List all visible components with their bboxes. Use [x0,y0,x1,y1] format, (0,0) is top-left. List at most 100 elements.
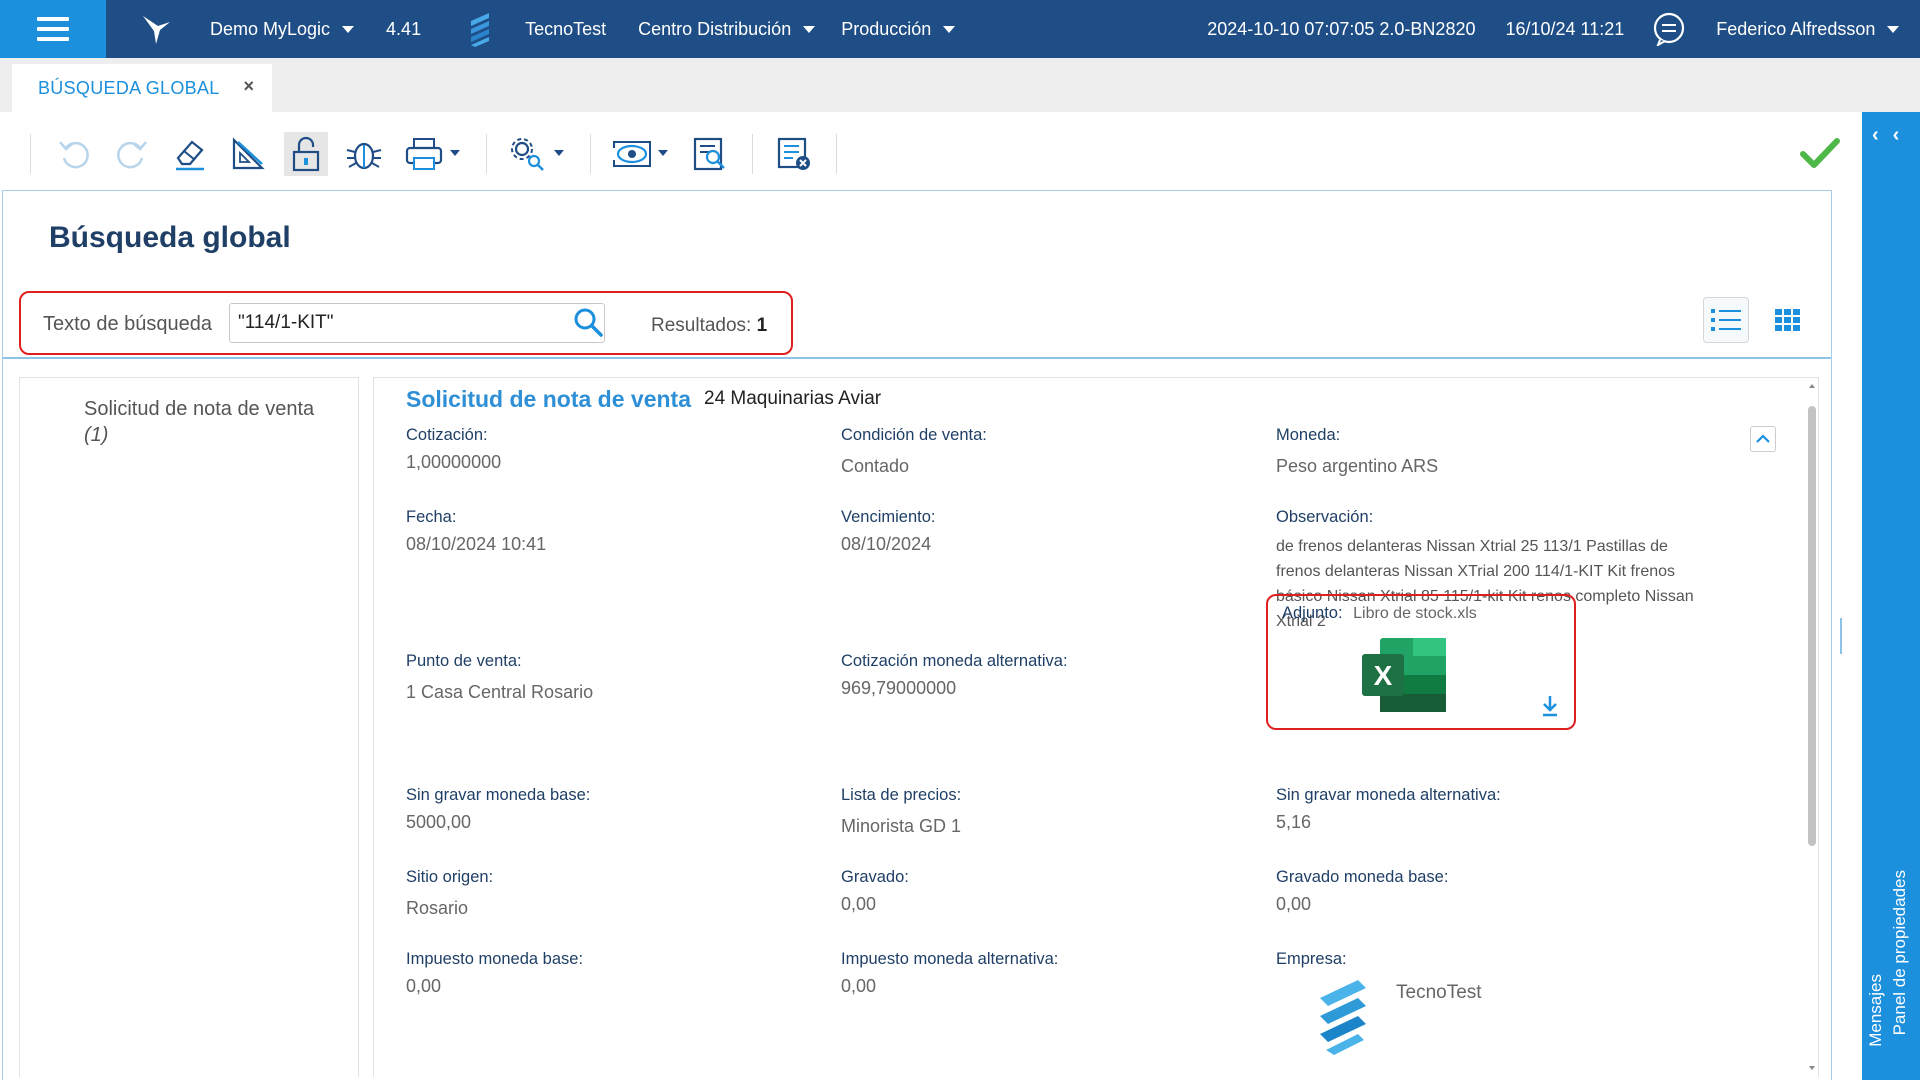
document-search-icon[interactable] [688,132,732,176]
chevron-down-icon [943,25,956,33]
download-icon[interactable] [1540,694,1560,718]
search-icon[interactable] [573,307,603,337]
search-input[interactable] [229,303,605,343]
scroll-down-icon[interactable] [1809,1066,1815,1070]
user-menu[interactable]: Federico Alfredsson [1716,19,1900,40]
scroll-thumb[interactable] [1808,406,1816,846]
field-moneda: Moneda: Peso argentino ARS [1276,424,1696,478]
page-title: Búsqueda global [49,221,291,254]
list-clear-icon[interactable] [772,132,816,176]
results-category-panel: Solicitud de nota de venta (1) [19,377,359,1077]
record-detail: Solicitud de nota de venta 24 Maquinaria… [373,377,1819,1077]
undo-icon[interactable] [52,132,96,176]
tab-label: BÚSQUEDA GLOBAL [38,77,220,98]
check-icon[interactable] [1798,132,1842,176]
field-value: 08/10/2024 10:41 [406,534,547,554]
ruler-icon[interactable] [226,132,270,176]
field-label: Sin gravar moneda base: [406,786,591,804]
field-value: 0,00 [1276,894,1312,914]
branch-label: Centro Distribución [638,18,792,39]
collapse-panel-icon[interactable]: ‹‹ [1872,124,1913,147]
field-sitio-origen: Sitio origen: Rosario [406,866,826,920]
field-gravado: Gravado: 0,00 [841,866,1261,916]
chat-icon[interactable] [1652,12,1686,46]
field-impuesto-alternativa: Impuesto moneda alternativa: 0,00 [841,948,1261,998]
attachment-filename[interactable]: Libro de stock.xls [1353,605,1477,622]
field-label: Impuesto moneda base: [406,950,584,968]
field-sin-gravar-base: Sin gravar moneda base: 5000,00 [406,784,826,834]
field-cotizacion-alternativa: Cotización moneda alternativa: 969,79000… [841,650,1261,700]
list-view-button[interactable] [1703,297,1749,343]
field-label: Cotización moneda alternativa: [841,652,1068,670]
grid-view-icon [1775,309,1800,331]
detail-scrollbar[interactable] [1806,378,1818,1077]
results-label: Resultados: [651,315,752,336]
category-count: (1) [84,424,109,446]
field-label: Lista de precios: [841,786,962,804]
field-label: Moneda: [1276,426,1341,444]
main-content: Búsqueda global Texto de búsqueda Result… [2,190,1832,1080]
print-icon[interactable] [402,132,446,176]
field-label: Fecha: [406,508,457,526]
messages-tab[interactable]: Mensajes [1866,974,1886,1047]
field-label: Adjunto: [1282,604,1343,622]
tab-strip: BÚSQUEDA GLOBAL × [0,58,1920,112]
category-item-solicitud[interactable]: Solicitud de nota de venta (1) [84,396,324,448]
hamburger-icon [37,17,69,41]
eraser-icon[interactable] [168,132,212,176]
panel-resize-handle[interactable] [1840,618,1842,654]
properties-panel-tab[interactable]: Panel de propiedades [1890,870,1910,1035]
settings-search-icon[interactable] [506,132,550,176]
build-info: 2024-10-10 07:07:05 2.0-BN2820 [1207,18,1476,39]
grid-view-button[interactable] [1765,297,1811,343]
field-label: Observación: [1276,508,1374,526]
field-condicion-venta: Condición de venta: Contado [841,424,1261,478]
branch-selector[interactable]: Centro Distribución [638,18,816,40]
field-label: Vencimiento: [841,508,936,526]
field-gravado-base: Gravado moneda base: 0,00 [1276,866,1696,916]
excel-letter: X [1374,660,1393,691]
field-value: 969,79000000 [841,678,957,698]
field-label: Sin gravar moneda alternativa: [1276,786,1501,804]
scroll-up-icon[interactable] [1809,384,1815,388]
menu-button[interactable] [0,0,106,58]
print-menu-chevron-icon[interactable] [450,150,460,156]
field-value: 0,00 [841,976,877,996]
header-divider [3,357,1831,359]
bug-icon[interactable] [342,132,386,176]
excel-file-icon[interactable]: X [1360,636,1448,714]
environment-selector[interactable]: Producción [841,18,956,40]
company-name[interactable]: TecnoTest [525,19,606,40]
current-datetime: 16/10/24 11:21 [1505,18,1625,39]
settings-menu-chevron-icon[interactable] [554,150,564,156]
field-label: Gravado moneda base: [1276,868,1449,886]
app-selector[interactable]: Demo MyLogic [210,18,355,40]
field-lista-precios: Lista de precios: Minorista GD 1 [841,784,1261,838]
field-punto-venta: Punto de venta: 1 Casa Central Rosario [406,650,826,704]
toolbar-separator [590,134,591,174]
tab-busqueda-global[interactable]: BÚSQUEDA GLOBAL × [12,64,272,112]
app-logo-icon [140,12,174,46]
top-bar: Demo MyLogic 4.41 TecnoTest Centro Distr… [0,0,1920,58]
company-logo-icon [1320,980,1366,1055]
field-label: Cotización: [406,426,488,444]
view-menu-chevron-icon[interactable] [658,150,668,156]
field-value: Contado [841,456,910,476]
redo-icon[interactable] [110,132,154,176]
right-side-panel: ‹‹ Panel de propiedades Mensajes [1862,112,1920,1080]
field-value: 0,00 [841,894,877,914]
field-label: Punto de venta: [406,652,522,670]
environment-label: Producción [841,18,932,39]
collapse-button[interactable] [1750,426,1776,452]
close-icon[interactable]: × [243,76,254,97]
chevron-down-icon [803,25,816,33]
record-title[interactable]: Solicitud de nota de venta [406,386,691,413]
results-value: 1 [756,315,768,336]
toolbar-separator [752,134,753,174]
eye-icon[interactable] [610,132,654,176]
record-subtitle: 24 Maquinarias Aviar [704,388,882,409]
unlock-icon[interactable] [284,132,328,176]
toolbar-separator [30,134,31,174]
field-empresa: Empresa: [1276,948,1696,970]
app-name: Demo MyLogic [210,18,331,39]
